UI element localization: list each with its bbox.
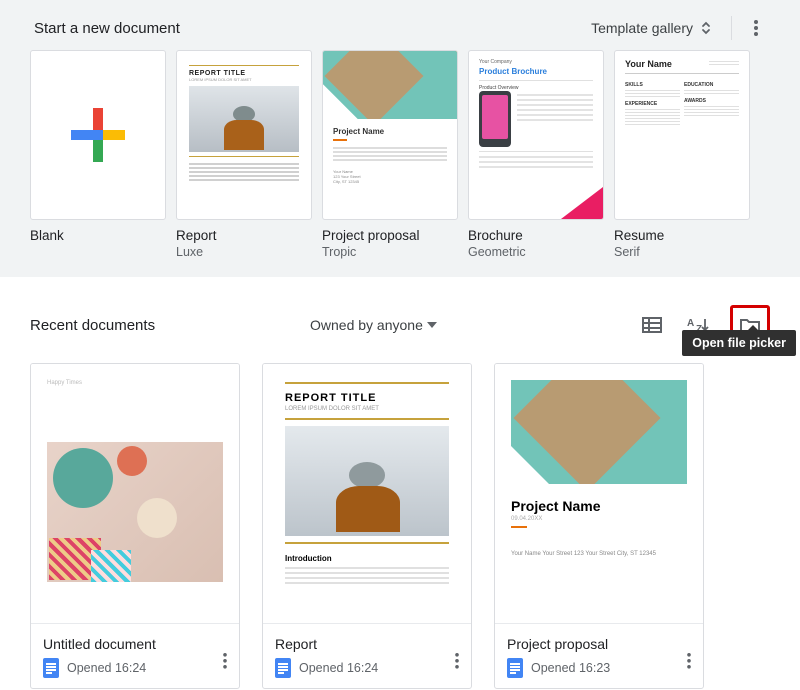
plus-icon bbox=[71, 108, 125, 162]
template-more-button[interactable] bbox=[742, 14, 770, 42]
document-more-button[interactable] bbox=[451, 649, 463, 673]
thumb-report-sub: LOREM IPSUM DOLOR SIT AMET bbox=[189, 77, 299, 82]
template-item-blank: Blank bbox=[30, 50, 166, 259]
template-gallery-label: Template gallery bbox=[591, 20, 693, 36]
document-footer: Report Opened 16:24 bbox=[263, 624, 471, 688]
template-title: Project proposal bbox=[322, 228, 458, 243]
document-more-button[interactable] bbox=[683, 649, 695, 673]
template-item-report: REPORT TITLE LOREM IPSUM DOLOR SIT AMET … bbox=[176, 50, 312, 259]
more-vert-icon bbox=[687, 653, 691, 669]
thumb-project-date: 09.04.20XX bbox=[511, 516, 687, 522]
template-item-resume: Your Name SKILLS EXPERIENCE EDUCATION bbox=[614, 50, 750, 259]
document-grid: Happy Times Untitled document Opened 16:… bbox=[30, 363, 770, 689]
template-thumb-report[interactable]: REPORT TITLE LOREM IPSUM DOLOR SIT AMET bbox=[176, 50, 312, 220]
template-item-brochure: Your Company Product Brochure Product Ov… bbox=[468, 50, 604, 259]
document-thumbnail: Happy Times bbox=[31, 364, 239, 624]
document-card[interactable]: Happy Times Untitled document Opened 16:… bbox=[30, 363, 240, 689]
template-title: Blank bbox=[30, 228, 166, 243]
thumb-report-title: REPORT TITLE bbox=[189, 70, 299, 77]
unfold-icon bbox=[699, 20, 713, 36]
document-footer: Untitled document Opened 16:24 bbox=[31, 624, 239, 688]
recent-header: Recent documents Owned by anyone AZ bbox=[30, 305, 770, 345]
thumb-project-title: Project Name bbox=[511, 498, 687, 514]
document-title: Report bbox=[275, 636, 459, 652]
template-item-project-proposal: Project Name Your Name123 Your StreetCit… bbox=[322, 50, 458, 259]
google-docs-icon bbox=[507, 658, 523, 678]
start-new-document-heading: Start a new document bbox=[34, 20, 180, 37]
document-more-button[interactable] bbox=[219, 649, 231, 673]
thumb-resume-name: Your Name bbox=[625, 59, 672, 69]
template-header: Start a new document Template gallery bbox=[30, 14, 770, 42]
svg-text:A: A bbox=[687, 318, 694, 329]
document-meta: Opened 16:24 bbox=[299, 661, 378, 675]
list-view-button[interactable] bbox=[638, 311, 666, 339]
template-thumb-blank[interactable] bbox=[30, 50, 166, 220]
document-footer: Project proposal Opened 16:23 bbox=[495, 624, 703, 688]
template-title: Report bbox=[176, 228, 312, 243]
separator bbox=[731, 16, 732, 40]
template-title: Resume bbox=[614, 228, 750, 243]
document-meta: Opened 16:24 bbox=[67, 661, 146, 675]
thumb-project-title: Project Name bbox=[333, 127, 447, 136]
google-docs-icon bbox=[43, 658, 59, 678]
template-gallery-section: Start a new document Template gallery bbox=[0, 0, 800, 277]
thumb-report-intro: Introduction bbox=[285, 554, 449, 563]
template-subtitle: Tropic bbox=[322, 245, 458, 259]
thumb-report-sub: LOREM IPSUM DOLOR SIT AMET bbox=[285, 406, 449, 412]
more-vert-icon bbox=[754, 20, 758, 36]
owner-filter-dropdown[interactable]: Owned by anyone bbox=[310, 317, 437, 333]
document-thumbnail: REPORT TITLE LOREM IPSUM DOLOR SIT AMET … bbox=[263, 364, 471, 624]
more-vert-icon bbox=[223, 653, 227, 669]
more-vert-icon bbox=[455, 653, 459, 669]
owner-filter-label: Owned by anyone bbox=[310, 317, 423, 333]
open-file-picker-tooltip: Open file picker bbox=[682, 330, 796, 356]
template-thumb-project-proposal[interactable]: Project Name Your Name123 Your StreetCit… bbox=[322, 50, 458, 220]
template-thumb-resume[interactable]: Your Name SKILLS EXPERIENCE EDUCATION bbox=[614, 50, 750, 220]
thumb-report-title: REPORT TITLE bbox=[285, 392, 449, 404]
thumb-caption: Happy Times bbox=[47, 380, 223, 386]
template-thumb-brochure[interactable]: Your Company Product Brochure Product Ov… bbox=[468, 50, 604, 220]
document-card[interactable]: Project Name 09.04.20XX Your Name Your S… bbox=[494, 363, 704, 689]
document-card[interactable]: REPORT TITLE LOREM IPSUM DOLOR SIT AMET … bbox=[262, 363, 472, 689]
thumb-project-footer: Your Name Your Street 123 Your Street Ci… bbox=[511, 550, 687, 560]
document-title: Project proposal bbox=[507, 636, 691, 652]
template-subtitle: Geometric bbox=[468, 245, 604, 259]
template-row: Blank REPORT TITLE LOREM IPSUM DOLOR SIT… bbox=[30, 50, 770, 259]
recent-heading: Recent documents bbox=[30, 317, 155, 334]
list-view-icon bbox=[642, 317, 662, 333]
document-title: Untitled document bbox=[43, 636, 227, 652]
document-thumbnail: Project Name 09.04.20XX Your Name Your S… bbox=[495, 364, 703, 624]
google-docs-icon bbox=[275, 658, 291, 678]
template-gallery-button[interactable]: Template gallery bbox=[583, 14, 721, 42]
document-meta: Opened 16:23 bbox=[531, 661, 610, 675]
thumb-brochure-product: Product Brochure bbox=[479, 67, 593, 76]
recent-documents-section: Recent documents Owned by anyone AZ bbox=[30, 277, 770, 689]
template-subtitle: Luxe bbox=[176, 245, 312, 259]
template-title: Brochure bbox=[468, 228, 604, 243]
thumb-brochure-company: Your Company bbox=[469, 59, 603, 65]
dropdown-icon bbox=[427, 322, 437, 328]
template-subtitle: Serif bbox=[614, 245, 750, 259]
